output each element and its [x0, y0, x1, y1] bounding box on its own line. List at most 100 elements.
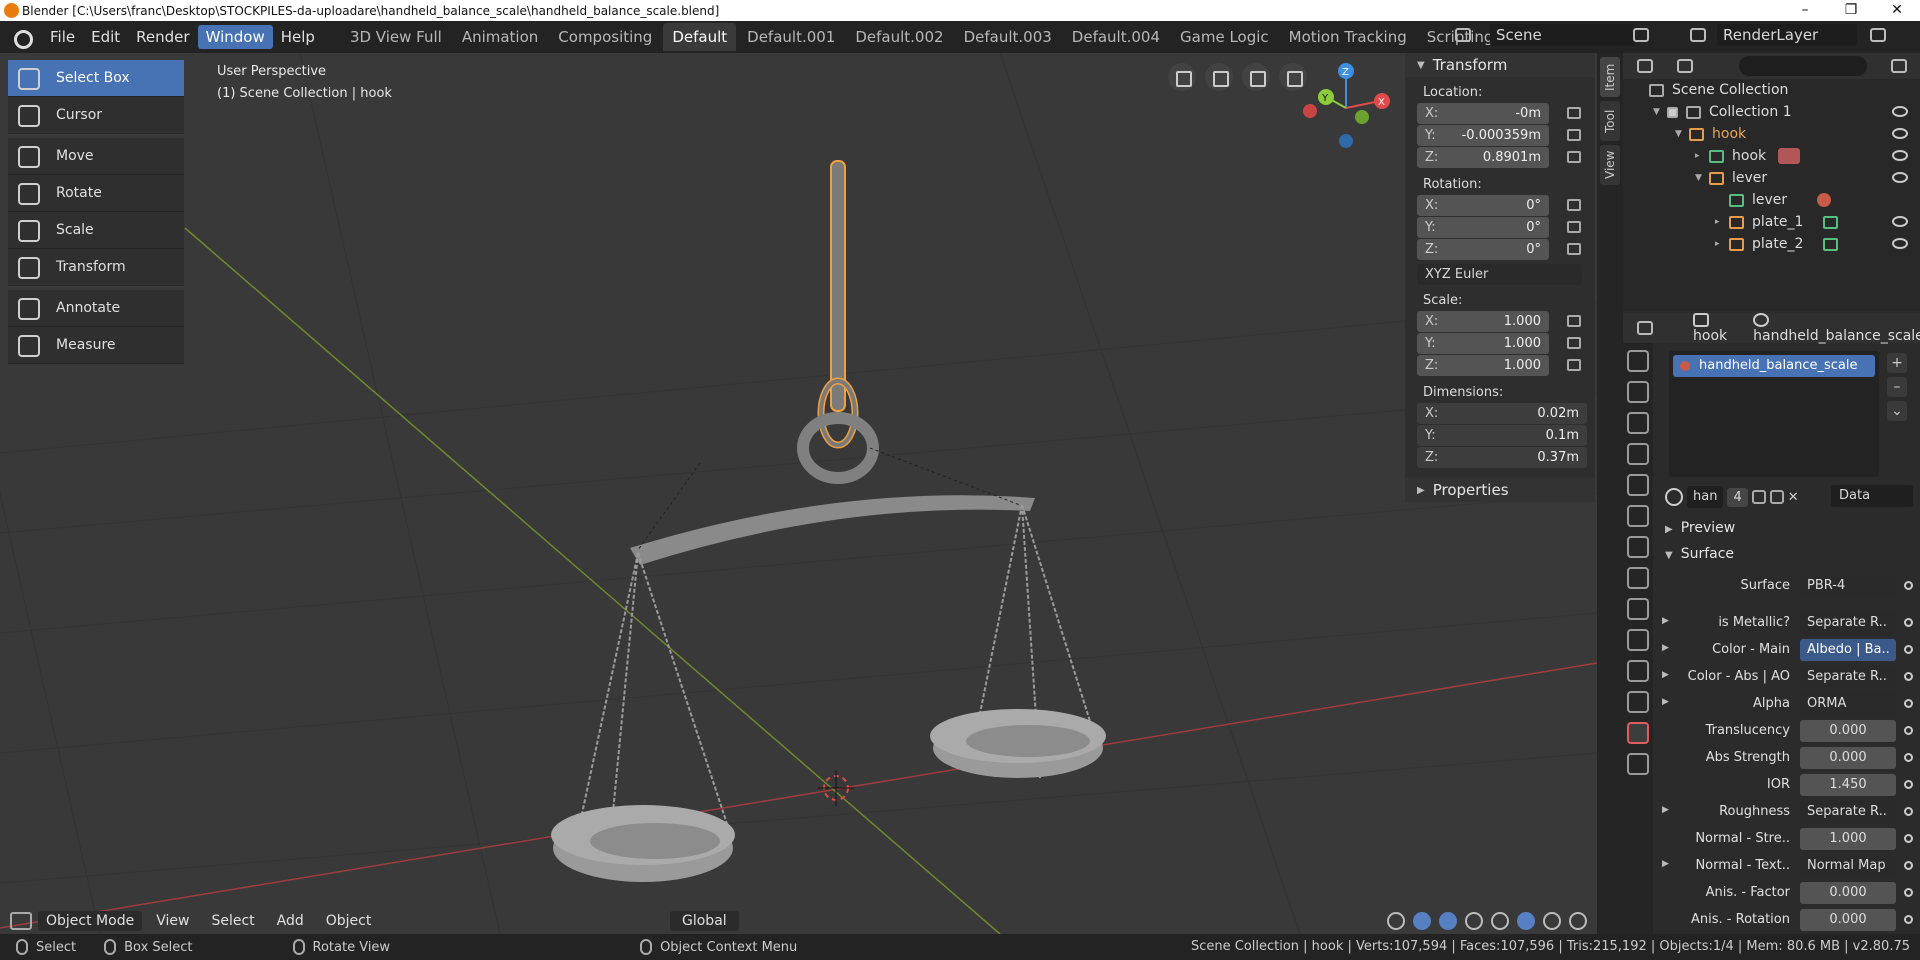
rendered-shading-icon[interactable]: [1569, 911, 1587, 930]
surface-panel-header[interactable]: ▼ Surface: [1665, 546, 1734, 562]
row-value[interactable]: ORMA: [1800, 693, 1896, 715]
properties-editor-icon[interactable]: [1637, 321, 1653, 335]
render-layer-selector[interactable]: RenderLayer: [1717, 24, 1857, 46]
object-tab-icon[interactable]: [1627, 536, 1649, 558]
tool-rotate[interactable]: Rotate: [8, 175, 184, 212]
toggle-ortho-icon[interactable]: [1168, 63, 1196, 91]
location-x-field[interactable]: X: -0m: [1417, 103, 1581, 124]
socket-icon[interactable]: [1904, 753, 1913, 762]
tab-motion-tracking[interactable]: Motion Tracking: [1280, 23, 1416, 51]
lock-icon[interactable]: [1567, 107, 1581, 119]
outliner-search-input[interactable]: [1739, 56, 1867, 76]
material-users-count[interactable]: 4: [1727, 487, 1748, 507]
orientation-selector[interactable]: Global: [670, 911, 739, 931]
row-value[interactable]: PBR-4: [1800, 575, 1896, 597]
maximize-button[interactable]: ❐: [1828, 0, 1874, 21]
tab-default-001[interactable]: Default.001: [738, 23, 844, 51]
tab-item[interactable]: Item: [1600, 57, 1620, 97]
socket-icon[interactable]: [1904, 645, 1913, 654]
new-render-layer-icon[interactable]: [1870, 28, 1886, 42]
scale-x-field[interactable]: X: 1.000: [1417, 311, 1581, 332]
scene-tab-icon[interactable]: [1627, 474, 1649, 496]
menu-select[interactable]: Select: [203, 911, 262, 931]
socket-icon[interactable]: [1904, 915, 1913, 924]
tab-default[interactable]: Default: [663, 23, 737, 51]
outliner-row-plate-1[interactable]: ▸ plate_1: [1623, 211, 1920, 233]
filter-icon[interactable]: [1891, 59, 1907, 73]
physics-tab-icon[interactable]: [1627, 629, 1649, 651]
properties-panel-header[interactable]: ▶ Properties: [1405, 478, 1595, 502]
outliner-row-hook-mesh[interactable]: ▸ hook: [1623, 145, 1920, 167]
lock-icon[interactable]: [1567, 243, 1581, 255]
tool-measure[interactable]: Measure: [8, 327, 184, 364]
new-scene-icon[interactable]: [1633, 28, 1649, 42]
lock-icon[interactable]: [1567, 221, 1581, 233]
render-layer-icon[interactable]: [1690, 28, 1706, 42]
socket-icon[interactable]: [1904, 618, 1913, 627]
eye-icon[interactable]: [1892, 150, 1908, 161]
tab-compositing[interactable]: Compositing: [549, 23, 661, 51]
material-tab-icon[interactable]: [1627, 722, 1649, 744]
outliner-row-collection-1[interactable]: ▼ Collection 1: [1623, 101, 1920, 123]
visibility-icon[interactable]: [1387, 911, 1405, 930]
overlay-toggle-icon[interactable]: [1439, 911, 1457, 930]
menu-edit[interactable]: Edit: [83, 25, 128, 49]
fake-user-icon[interactable]: [1751, 490, 1766, 504]
tool-select-box[interactable]: Select Box: [8, 60, 184, 97]
row-value[interactable]: Normal Map: [1800, 855, 1896, 877]
expand-triangle-icon[interactable]: ▶: [1662, 670, 1669, 680]
outliner-row-plate-2[interactable]: ▸ plate_2: [1623, 233, 1920, 255]
menu-help[interactable]: Help: [273, 25, 323, 49]
eye-icon[interactable]: [1892, 238, 1908, 249]
checkbox-icon[interactable]: [1667, 106, 1678, 118]
tool-move[interactable]: Move: [8, 138, 184, 175]
plate-1[interactable]: [551, 805, 735, 882]
scene-icon[interactable]: [1455, 28, 1471, 42]
expand-triangle-icon[interactable]: ▶: [1662, 616, 1669, 626]
hook-object[interactable]: [817, 160, 859, 449]
scale-z-field[interactable]: Z: 1.000: [1417, 355, 1581, 376]
3d-cursor[interactable]: [818, 770, 854, 806]
disclosure-icon[interactable]: ▸: [1695, 151, 1703, 161]
location-z-field[interactable]: Z: 0.8901m: [1417, 147, 1581, 168]
transform-panel-header[interactable]: ▼ Transform: [1405, 53, 1595, 77]
tab-default-003[interactable]: Default.003: [955, 23, 1061, 51]
tab-game-logic[interactable]: Game Logic: [1171, 23, 1278, 51]
row-value[interactable]: 0.000: [1800, 882, 1896, 904]
dimension-y-field[interactable]: Y: 0.1m: [1417, 425, 1587, 446]
material-browse-icon[interactable]: [1665, 488, 1683, 506]
scene-selector[interactable]: Scene: [1490, 24, 1635, 46]
outliner-row-lever-mesh[interactable]: lever: [1623, 189, 1920, 211]
row-value[interactable]: Separate R..: [1800, 612, 1896, 634]
outliner-row-lever-empty[interactable]: ▼ lever: [1623, 167, 1920, 189]
duplicate-icon[interactable]: [1769, 490, 1784, 504]
wireframe-shading-icon[interactable]: [1491, 911, 1509, 930]
expand-triangle-icon[interactable]: ▶: [1662, 859, 1669, 869]
texture-tab-icon[interactable]: [1627, 753, 1649, 775]
disclosure-icon[interactable]: ▸: [1715, 239, 1723, 249]
lock-icon[interactable]: [1567, 359, 1581, 371]
lock-icon[interactable]: [1567, 199, 1581, 211]
pan-hand-icon[interactable]: [1242, 63, 1270, 91]
lock-icon[interactable]: [1567, 129, 1581, 141]
data-tab-icon[interactable]: [1627, 691, 1649, 713]
view-layer-tab-icon[interactable]: [1627, 443, 1649, 465]
row-value[interactable]: 1.450: [1800, 774, 1896, 796]
constraints-tab-icon[interactable]: [1627, 660, 1649, 682]
material-name-field[interactable]: han: [1687, 486, 1724, 508]
xray-icon[interactable]: [1465, 911, 1483, 930]
menu-view[interactable]: View: [148, 911, 197, 931]
slot-menu-button[interactable]: ⌄: [1887, 401, 1907, 421]
particles-tab-icon[interactable]: [1627, 598, 1649, 620]
menu-object[interactable]: Object: [318, 911, 380, 931]
zoom-icon[interactable]: [1279, 63, 1307, 91]
disclosure-icon[interactable]: ▼: [1695, 173, 1703, 183]
lock-icon[interactable]: [1567, 151, 1581, 163]
disclosure-icon[interactable]: ▸: [1715, 217, 1723, 227]
menu-window[interactable]: Window: [197, 25, 273, 49]
lock-icon[interactable]: [1567, 337, 1581, 349]
tab-3d-view-full[interactable]: 3D View Full: [341, 23, 451, 51]
disclosure-icon[interactable]: ▼: [1675, 129, 1683, 139]
rotation-mode-select[interactable]: XYZ Euler: [1417, 264, 1582, 285]
minimize-button[interactable]: –: [1782, 0, 1828, 21]
